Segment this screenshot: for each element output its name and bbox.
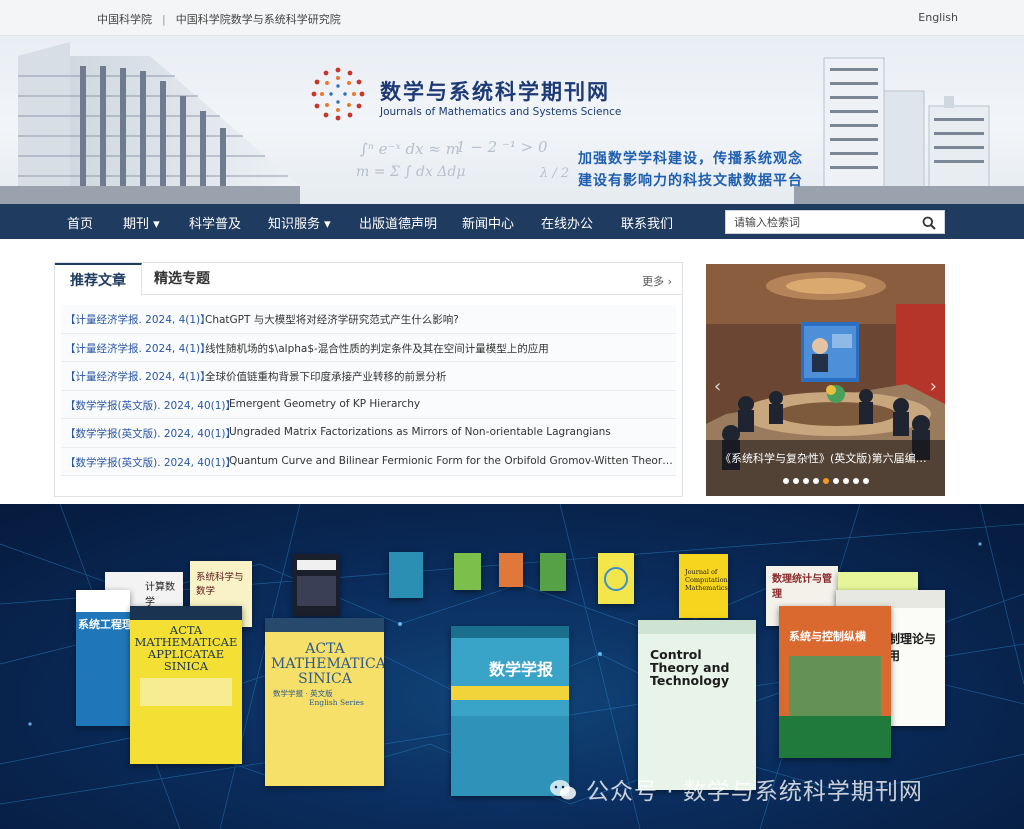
search-box bbox=[725, 210, 945, 234]
header-banner: ∫ⁿ e⁻ˣ dx ≈ m m = Σ ∫ dx Δdμ 1 − 2 ⁻¹ > … bbox=[0, 36, 1024, 204]
chevron-down-icon: ▾ bbox=[153, 217, 160, 232]
carousel-prev-icon[interactable]: ‹ bbox=[714, 376, 721, 397]
search-icon[interactable] bbox=[922, 216, 936, 230]
institute-building-right-image bbox=[794, 57, 1024, 204]
news-carousel[interactable]: ‹ › 《系统科学与复杂性》(英文版)第六届编委会会议 bbox=[706, 264, 945, 496]
article-row[interactable]: 【数学学报(英文版). 2024, 40(1)】 Ungraded Matrix… bbox=[61, 419, 676, 448]
journal-cover-small[interactable] bbox=[499, 553, 523, 587]
nav-item-contact[interactable]: 联系我们 bbox=[621, 213, 673, 232]
journal-cover-xtkz[interactable]: 系统与控制纵横 bbox=[779, 606, 891, 758]
article-row[interactable]: 【计量经济学报. 2024, 4(1)】 ChatGPT 与大模型将对经济学研究… bbox=[61, 305, 676, 334]
institute-building-left-image bbox=[0, 42, 300, 204]
journal-cover-small[interactable] bbox=[454, 553, 481, 590]
article-row[interactable]: 【数学学报(英文版). 2024, 40(1)】 Quantum Curve a… bbox=[61, 447, 676, 476]
more-link[interactable]: 更多 › bbox=[642, 273, 672, 289]
site-name-english: Journals of Mathematics and Systems Scie… bbox=[380, 106, 622, 118]
carousel-dot[interactable] bbox=[782, 478, 789, 484]
article-row[interactable]: 【数学学报(英文版). 2024, 40(1)】 Emergent Geomet… bbox=[61, 390, 676, 419]
slogan-line-1: 加强数学学科建设，传播系统观念 bbox=[578, 151, 803, 167]
nav-item-ethics[interactable]: 出版道德声明 bbox=[359, 213, 437, 232]
chevron-right-icon: › bbox=[667, 275, 672, 288]
main-navigation: 首页 期刊 ▾ 科学普及 知识服务 ▾ 出版道德声明 新闻中心 在线办公 联系我… bbox=[0, 204, 1024, 239]
wechat-watermark: 公众号 · 数学与系统科学期刊网 bbox=[586, 779, 923, 805]
journal-cover-small[interactable] bbox=[293, 554, 340, 616]
article-row[interactable]: 【计量经济学报. 2024, 4(1)】 线性随机场的$\alpha$-混合性质… bbox=[61, 333, 676, 362]
nav-item-home[interactable]: 首页 bbox=[67, 213, 93, 232]
article-title[interactable]: Quantum Curve and Bilinear Fermionic For… bbox=[229, 455, 675, 467]
article-source[interactable]: 【数学学报(英文版). 2024, 40(1)】 bbox=[65, 426, 236, 441]
nav-item-knowledge-service[interactable]: 知识服务 ▾ bbox=[268, 213, 331, 232]
carousel-caption-text[interactable]: 《系统科学与复杂性》(英文版)第六届编委会会议 bbox=[720, 450, 932, 466]
article-title[interactable]: Ungraded Matrix Factorizations as Mirror… bbox=[229, 426, 676, 438]
carousel-dot[interactable] bbox=[842, 478, 849, 484]
article-title[interactable]: Emergent Geometry of KP Hierarchy bbox=[229, 398, 676, 410]
carousel-dot[interactable] bbox=[822, 478, 829, 484]
article-source[interactable]: 【计量经济学报. 2024, 4(1)】 bbox=[65, 312, 211, 327]
journal-cover-acta-mathematica-sinica[interactable]: ACTA MATHEMATICA SINICA English Series 数… bbox=[265, 618, 384, 786]
journal-showcase: Journal of Computational Mathematics 计算数… bbox=[0, 504, 1024, 829]
nav-item-journals-label: 期刊 bbox=[123, 217, 150, 232]
article-list: 【计量经济学报. 2024, 4(1)】 ChatGPT 与大模型将对经济学研究… bbox=[61, 305, 676, 476]
nav-item-office[interactable]: 在线办公 bbox=[541, 213, 593, 232]
tab-recommended-articles[interactable]: 推荐文章 bbox=[55, 263, 142, 296]
wechat-icon bbox=[550, 780, 576, 800]
carousel-indicators bbox=[706, 469, 945, 488]
article-title[interactable]: 全球价值链重构背景下印度承接产业转移的前景分析 bbox=[205, 369, 675, 384]
journal-cover-sxxb[interactable]: 数学学报 bbox=[451, 626, 569, 796]
cas-link[interactable]: 中国科学院 bbox=[97, 11, 152, 27]
nav-item-journals[interactable]: 期刊 ▾ bbox=[123, 213, 160, 232]
nav-item-news[interactable]: 新闻中心 bbox=[462, 213, 514, 232]
journal-cover-small[interactable] bbox=[598, 553, 634, 604]
chevron-down-icon: ▾ bbox=[324, 217, 331, 232]
top-utility-bar: 中国科学院 | 中国科学院数学与系统科学研究院 English bbox=[0, 0, 1024, 36]
carousel-dot[interactable] bbox=[792, 478, 799, 484]
main-content: 推荐文章 精选专题 更多 › 【计量经济学报. 2024, 4(1)】 Chat… bbox=[0, 239, 1024, 504]
journal-cover-jcm[interactable]: Journal of Computational Mathematics bbox=[679, 554, 728, 618]
carousel-next-icon[interactable]: › bbox=[930, 376, 937, 397]
articles-panel: 推荐文章 精选专题 更多 › 【计量经济学报. 2024, 4(1)】 Chat… bbox=[54, 262, 683, 497]
carousel-dot[interactable] bbox=[812, 478, 819, 484]
carousel-dot[interactable] bbox=[802, 478, 809, 484]
article-source[interactable]: 【计量经济学报. 2024, 4(1)】 bbox=[65, 369, 211, 384]
amss-link[interactable]: 中国科学院数学与系统科学研究院 bbox=[176, 11, 341, 27]
article-tabs: 推荐文章 精选专题 更多 › bbox=[55, 263, 682, 296]
slogan-line-2: 建设有影响力的科技文献数据平台 bbox=[578, 173, 803, 189]
article-title[interactable]: ChatGPT 与大模型将对经济学研究范式产生什么影响? bbox=[205, 312, 675, 327]
carousel-dot[interactable] bbox=[862, 478, 869, 484]
journal-cover-acta-mathematicae-applicatae[interactable]: ACTA MATHEMATICAE APPLICATAE SINICA bbox=[130, 606, 242, 764]
article-source[interactable]: 【数学学报(英文版). 2024, 40(1)】 bbox=[65, 455, 236, 470]
english-link[interactable]: English bbox=[918, 11, 958, 24]
nav-item-knowledge-service-label: 知识服务 bbox=[268, 217, 321, 232]
carousel-dot[interactable] bbox=[852, 478, 859, 484]
article-source[interactable]: 【数学学报(英文版). 2024, 40(1)】 bbox=[65, 398, 236, 413]
article-row[interactable]: 【计量经济学报. 2024, 4(1)】 全球价值链重构背景下印度承接产业转移的… bbox=[61, 362, 676, 391]
site-name: 数学与系统科学期刊网 bbox=[380, 80, 610, 104]
carousel-dot[interactable] bbox=[832, 478, 839, 484]
journal-cover-xtgc[interactable]: 系统工程理 bbox=[76, 590, 130, 726]
search-input[interactable] bbox=[734, 214, 914, 230]
top-separator: | bbox=[162, 13, 166, 26]
journal-cover-small[interactable] bbox=[389, 552, 423, 598]
more-link-label: 更多 bbox=[642, 275, 665, 288]
article-source[interactable]: 【计量经济学报. 2024, 4(1)】 bbox=[65, 341, 211, 356]
article-title[interactable]: 线性随机场的$\alpha$-混合性质的判定条件及其在空间计量模型上的应用 bbox=[205, 341, 675, 356]
top-links: 中国科学院 | 中国科学院数学与系统科学研究院 bbox=[97, 11, 341, 27]
site-logo-icon[interactable] bbox=[310, 66, 366, 122]
nav-item-popular-science[interactable]: 科学普及 bbox=[189, 213, 241, 232]
journal-cover-small[interactable] bbox=[540, 553, 566, 591]
journal-cover-control-theory-technology[interactable]: Control Theory and Technology bbox=[638, 620, 756, 790]
tab-featured-topics[interactable]: 精选专题 bbox=[154, 263, 210, 295]
